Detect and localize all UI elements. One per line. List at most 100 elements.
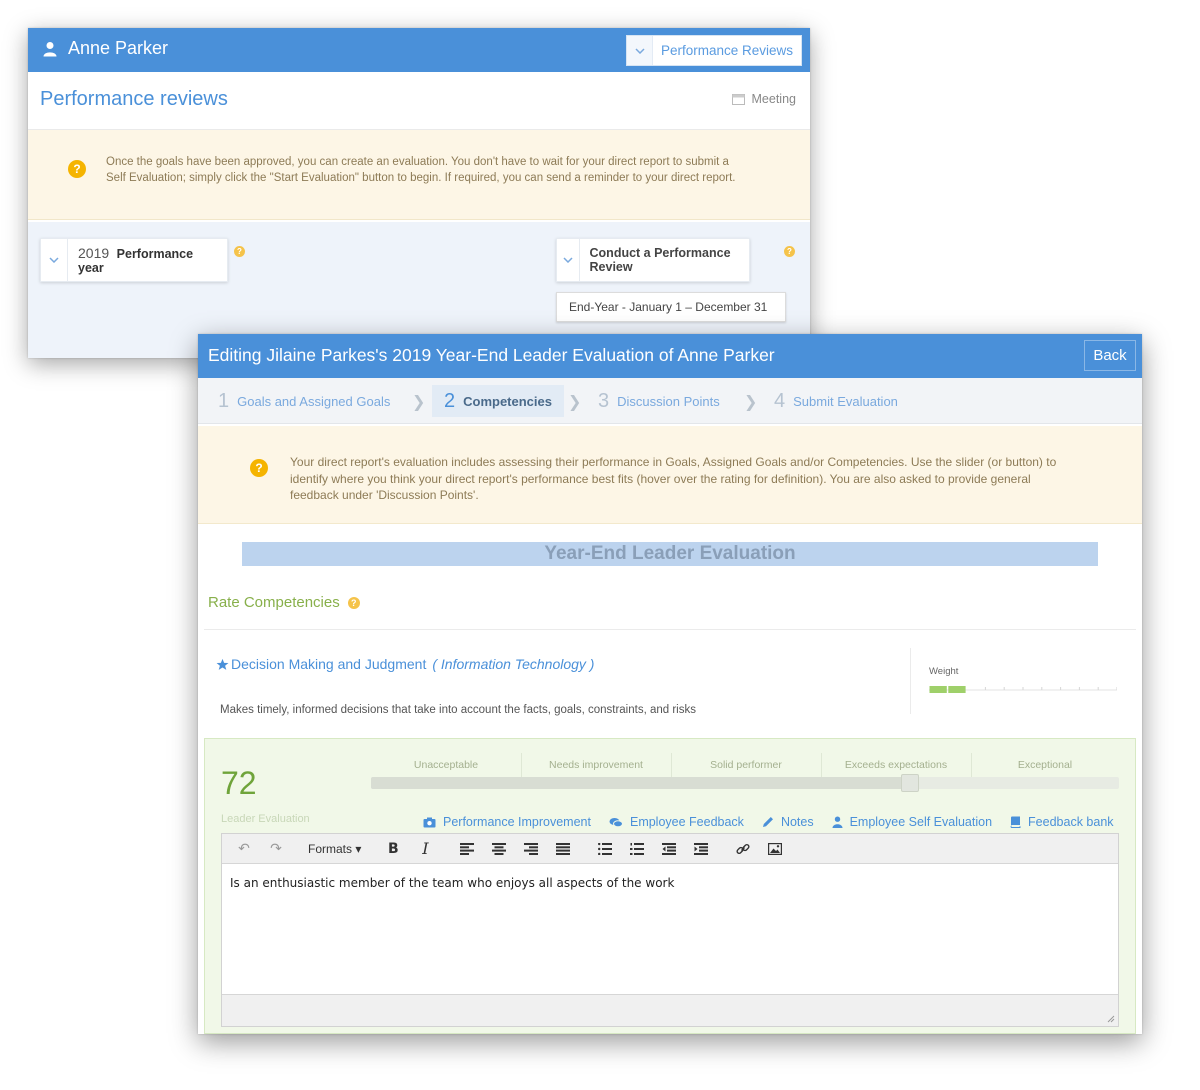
- scale-label-unacceptable[interactable]: Unacceptable: [371, 759, 521, 771]
- link-label: Feedback bank: [1028, 815, 1114, 829]
- rating-scale: Unacceptable Needs improvement Solid per…: [371, 753, 1119, 783]
- image-button[interactable]: [761, 837, 789, 861]
- rate-competencies-label: Rate Competencies: [208, 594, 340, 611]
- step-goals[interactable]: 1 Goals and Assigned Goals: [218, 385, 390, 417]
- align-center-button[interactable]: [485, 837, 513, 861]
- numbered-list-button[interactable]: [623, 837, 651, 861]
- step-discussion-points[interactable]: 3 Discussion Points: [598, 385, 720, 417]
- evaluation-banner: Year-End Leader Evaluation: [242, 542, 1098, 566]
- meeting-button[interactable]: Meeting: [731, 92, 796, 106]
- competency-category: ( Information Technology ): [432, 656, 595, 672]
- evaluation-info-alert: ? Your direct report's evaluation includ…: [198, 426, 1142, 524]
- rate-competencies-title: Rate Competencies ?: [208, 594, 360, 611]
- help-icon[interactable]: ?: [784, 246, 795, 257]
- indent-button[interactable]: [687, 837, 715, 861]
- performance-year-dropdown[interactable]: 2019 Performance year: [40, 238, 228, 282]
- formats-dropdown[interactable]: Formats ▾: [300, 837, 369, 861]
- outdent-icon: [662, 842, 677, 855]
- undo-icon: ↶: [238, 840, 250, 856]
- help-icon: ?: [68, 160, 86, 178]
- bold-icon: B: [388, 840, 399, 857]
- link-icon: [736, 843, 750, 854]
- rating-slider[interactable]: [371, 774, 1119, 792]
- competency-name: Decision Making and Judgment: [231, 656, 427, 672]
- step-competencies[interactable]: 2 Competencies: [432, 385, 564, 417]
- rating-slider-handle[interactable]: [901, 774, 919, 792]
- align-left-button[interactable]: [453, 837, 481, 861]
- editor-toolbar: ↶ ↷ Formats ▾ B I: [222, 834, 1118, 864]
- scale-label-exceeds-expectations[interactable]: Exceeds expectations: [821, 759, 971, 771]
- scale-label-solid-performer[interactable]: Solid performer: [671, 759, 821, 771]
- competency-title[interactable]: Decision Making and Judgment ( Informati…: [216, 656, 594, 672]
- scale-label-needs-improvement[interactable]: Needs improvement: [521, 759, 671, 771]
- align-right-button[interactable]: [517, 837, 545, 861]
- step-label: Competencies: [463, 393, 552, 409]
- notes-link[interactable]: Notes: [762, 815, 814, 829]
- back-button[interactable]: Back: [1084, 340, 1136, 371]
- conduct-review-label: Conduct a Performance Review: [589, 246, 731, 274]
- editor-title: Editing Jilaine Parkes's 2019 Year-End L…: [208, 345, 775, 365]
- numbered-list-icon: [630, 842, 645, 855]
- resize-handle-icon[interactable]: [1107, 1015, 1115, 1023]
- module-select-value: Performance Reviews: [661, 43, 794, 58]
- employee-self-evaluation-link[interactable]: Employee Self Evaluation: [832, 815, 992, 829]
- conduct-review-dropdown[interactable]: Conduct a Performance Review: [556, 238, 750, 282]
- evaluation-info-text: Your direct report's evaluation includes…: [290, 455, 1057, 502]
- book-icon: [1010, 816, 1021, 828]
- redo-icon: ↷: [270, 840, 282, 856]
- feedback-bank-link[interactable]: Feedback bank: [1010, 815, 1114, 829]
- step-submit-evaluation[interactable]: 4 Submit Evaluation: [774, 385, 898, 417]
- outdent-button[interactable]: [655, 837, 683, 861]
- scale-label-exceptional[interactable]: Exceptional: [971, 759, 1119, 771]
- user-menu[interactable]: Anne Parker: [42, 38, 168, 59]
- info-alert: ? Once the goals have been approved, you…: [28, 130, 810, 220]
- undo-button[interactable]: ↶: [230, 837, 258, 861]
- help-icon: ?: [250, 459, 268, 477]
- align-left-icon: [460, 842, 475, 855]
- step-number: 3: [598, 389, 610, 412]
- help-icon[interactable]: ?: [234, 246, 245, 257]
- link-button[interactable]: [729, 837, 757, 861]
- meeting-label: Meeting: [751, 92, 796, 106]
- feedback-editor: ↶ ↷ Formats ▾ B I Is an enthusiastic mem…: [221, 833, 1119, 1027]
- indent-icon: [694, 842, 709, 855]
- bullet-list-icon: [598, 842, 613, 855]
- step-number: 4: [774, 389, 786, 412]
- justify-button[interactable]: [549, 837, 577, 861]
- step-number: 1: [218, 389, 230, 412]
- weight-bar: [929, 686, 1117, 693]
- step-label: Goals and Assigned Goals: [237, 393, 391, 409]
- performance-reviews-window: Anne Parker Performance Reviews Performa…: [28, 28, 810, 358]
- page-title: Performance reviews: [40, 88, 228, 110]
- star-icon: [216, 658, 229, 670]
- help-icon[interactable]: ?: [347, 596, 360, 609]
- italic-button[interactable]: I: [411, 837, 439, 861]
- app-header: Anne Parker Performance Reviews: [28, 28, 810, 72]
- chevron-right-icon: ❯: [412, 394, 426, 411]
- redo-button[interactable]: ↷: [262, 837, 290, 861]
- link-label: Notes: [780, 815, 814, 829]
- chevron-down-icon: [627, 36, 653, 65]
- italic-icon: I: [422, 839, 429, 858]
- employee-feedback-link[interactable]: Employee Feedback: [609, 815, 744, 829]
- weight-label: Weight: [929, 666, 959, 677]
- review-period-option[interactable]: End-Year - January 1 – December 31: [556, 292, 786, 322]
- user-icon: [832, 816, 843, 828]
- step-label: Discussion Points: [617, 393, 720, 409]
- feedback-links: Performance Improvement Employee Feedbac…: [423, 815, 1114, 829]
- bullet-list-button[interactable]: [591, 837, 619, 861]
- step-label: Submit Evaluation: [793, 393, 898, 409]
- info-alert-text: Once the goals have been approved, you c…: [106, 156, 736, 184]
- year-value: 2019: [78, 245, 110, 261]
- chevron-down-icon: [41, 239, 69, 281]
- align-right-icon: [524, 842, 539, 855]
- evaluation-editor-window: Editing Jilaine Parkes's 2019 Year-End L…: [198, 334, 1142, 1034]
- align-center-icon: [492, 842, 507, 855]
- performance-year-label: 2019 Performance year: [68, 245, 227, 275]
- user-name: Anne Parker: [68, 38, 169, 58]
- editor-text-area[interactable]: Is an enthusiastic member of the team wh…: [222, 864, 1118, 992]
- module-select[interactable]: Performance Reviews: [626, 35, 802, 66]
- comments-icon: [609, 817, 623, 827]
- bold-button[interactable]: B: [379, 837, 407, 861]
- performance-improvement-link[interactable]: Performance Improvement: [423, 815, 591, 829]
